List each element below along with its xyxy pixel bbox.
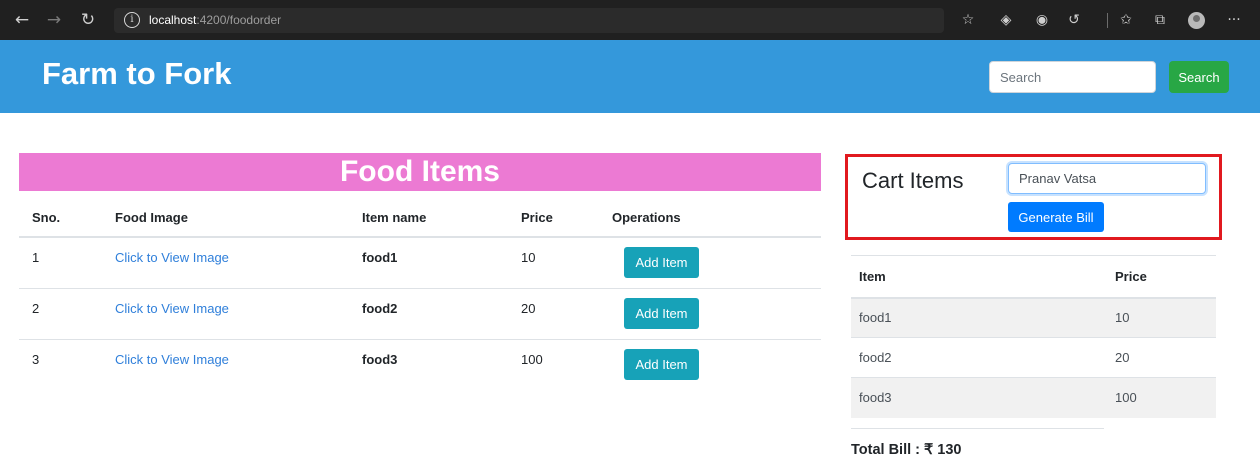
add-item-button[interactable]: Add Item xyxy=(624,348,699,380)
item-name-cell: food3 xyxy=(362,351,398,367)
search-input[interactable] xyxy=(989,61,1156,93)
record-icon[interactable]: ◉ xyxy=(1030,0,1054,40)
total-bill: Total Bill : ₹ 130 xyxy=(851,442,962,458)
profile-avatar-icon[interactable] xyxy=(1184,0,1208,40)
toolbar-divider xyxy=(1107,13,1108,28)
search-button[interactable]: Search xyxy=(1169,61,1229,93)
cart-items-title: Cart Items xyxy=(862,168,964,193)
back-arrow-icon[interactable]: ← xyxy=(8,0,36,40)
more-menu-icon[interactable]: ··· xyxy=(1222,0,1246,40)
cart-item-cell: food3 xyxy=(851,377,1107,418)
view-image-link[interactable]: Click to View Image xyxy=(115,352,229,367)
food-items-title: Food Items xyxy=(19,153,821,191)
view-image-link[interactable]: Click to View Image xyxy=(115,250,229,265)
price-cell: 100 xyxy=(521,351,543,367)
add-item-button[interactable]: Add Item xyxy=(624,297,699,329)
table-row: 1 Click to View Image food1 10 Add Item xyxy=(19,237,821,289)
cart-item-cell: food1 xyxy=(851,297,1107,338)
view-image-link[interactable]: Click to View Image xyxy=(115,301,229,316)
refresh-extension-icon[interactable]: ↺ xyxy=(1062,0,1086,40)
price-cell: 10 xyxy=(508,237,599,289)
item-name-cell: food2 xyxy=(349,288,508,340)
reload-icon[interactable]: ↻ xyxy=(74,0,102,40)
sno-cell: 1 xyxy=(19,237,102,289)
price-cell: 20 xyxy=(508,288,599,340)
cart-price-cell: 20 xyxy=(1107,337,1216,378)
cart-price-cell: 10 xyxy=(1107,297,1216,338)
column-header: Item name xyxy=(349,198,508,238)
favorites-icon[interactable]: ✩ xyxy=(1114,0,1138,40)
customer-name-input[interactable] xyxy=(1008,163,1206,194)
table-header-row: Sno. Food Image Item name Price Operatio… xyxy=(19,198,821,238)
cart-table: Item Price food1 10 food2 20 food3 100 xyxy=(851,255,1216,418)
app-header: Farm to Fork Search xyxy=(0,40,1260,113)
table-header-row: Item Price xyxy=(851,255,1216,299)
sno-cell: 3 xyxy=(32,351,40,367)
extension-icon[interactable]: ◈ xyxy=(994,0,1018,40)
forward-arrow-icon[interactable]: → xyxy=(40,0,68,40)
address-bar[interactable]: i localhost:4200/foodorder xyxy=(114,8,944,33)
column-header: Operations xyxy=(599,198,821,238)
cart-item-cell: food2 xyxy=(851,337,1107,378)
brand-title: Farm to Fork xyxy=(42,56,232,91)
column-header: Item xyxy=(851,255,1107,299)
cart-price-cell: 100 xyxy=(1107,377,1216,418)
column-header: Food Image xyxy=(102,198,349,238)
table-row: food3 100 xyxy=(851,377,1216,418)
url-text: localhost:4200/foodorder xyxy=(149,13,282,27)
table-row: 3 Click to View Image food3 100 Add Item xyxy=(19,339,821,390)
cart-highlight-box: Cart Items Generate Bill xyxy=(845,154,1222,240)
sno-cell: 2 xyxy=(19,288,102,340)
column-header: Price xyxy=(1107,255,1216,299)
info-icon[interactable]: i xyxy=(124,12,140,28)
table-row: 2 Click to View Image food2 20 Add Item xyxy=(19,288,821,340)
generate-bill-button[interactable]: Generate Bill xyxy=(1008,202,1104,232)
favorite-add-icon[interactable]: ☆ xyxy=(956,0,980,40)
total-divider xyxy=(851,428,1104,429)
table-row: food1 10 xyxy=(851,297,1216,338)
item-name-cell: food1 xyxy=(349,237,508,289)
column-header: Sno. xyxy=(19,198,102,238)
table-row: food2 20 xyxy=(851,337,1216,378)
column-header: Price xyxy=(508,198,599,238)
food-items-table: Sno. Food Image Item name Price Operatio… xyxy=(19,198,821,390)
browser-toolbar: ← → ↻ i localhost:4200/foodorder ☆ ◈ ◉ ↺… xyxy=(0,0,1260,40)
collections-icon[interactable]: ⧉ xyxy=(1148,0,1172,40)
add-item-button[interactable]: Add Item xyxy=(624,247,699,278)
